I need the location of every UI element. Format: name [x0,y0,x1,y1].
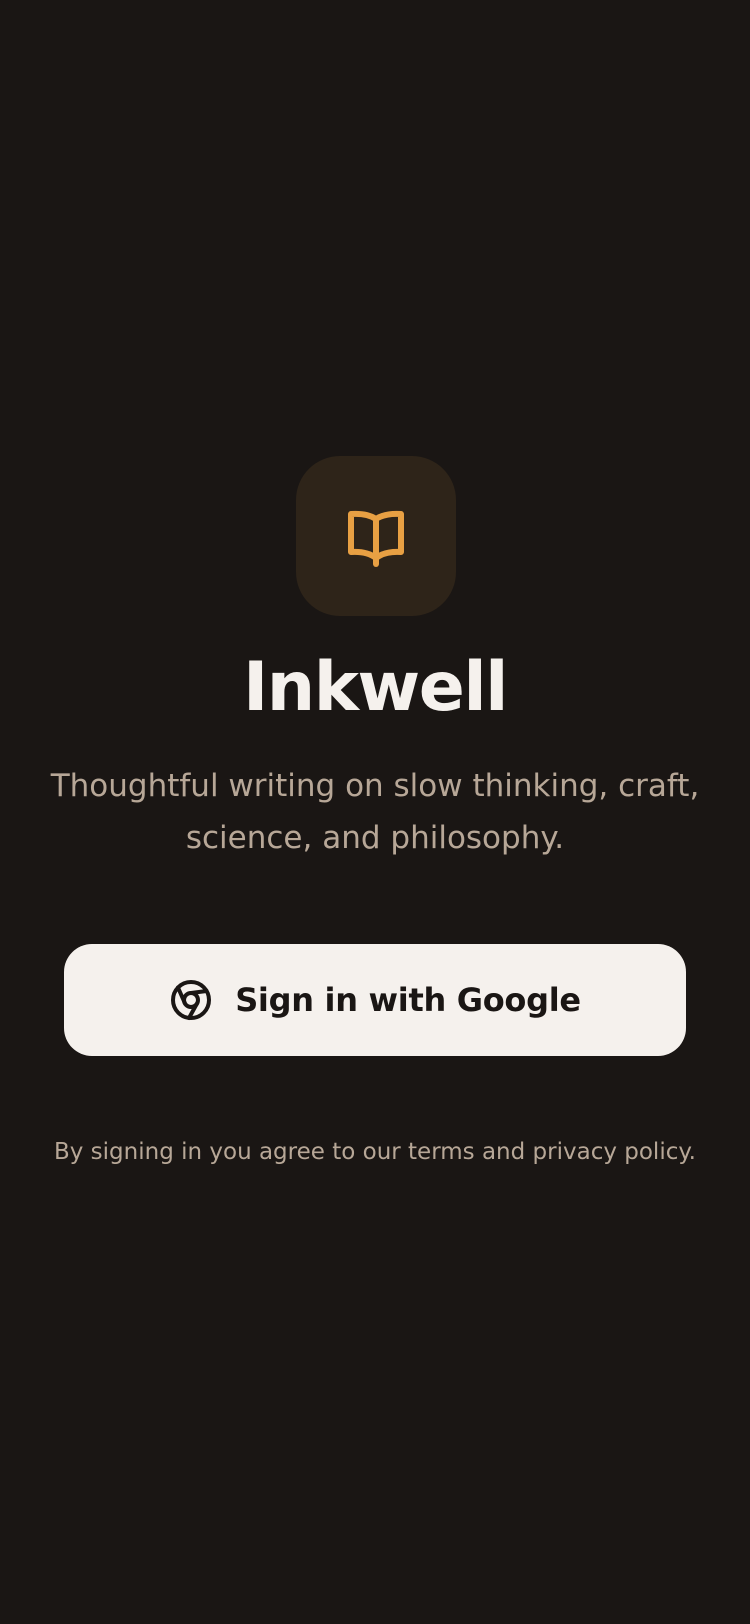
open-book-icon [348,510,404,567]
app-tagline: Thoughtful writing on slow thinking, cra… [50,768,700,856]
app-logo [296,456,456,616]
legal-notice: By signing in you agree to our terms and… [53,1139,696,1165]
sign-in-screen: Inkwell Thoughtful writing on slow think… [0,0,750,1624]
chrome-icon [169,978,213,1022]
sign-in-with-google-button[interactable]: Sign in with Google [64,944,686,1056]
sign-in-button-label: Sign in with Google [235,981,581,1019]
app-title: Inkwell [243,648,509,727]
